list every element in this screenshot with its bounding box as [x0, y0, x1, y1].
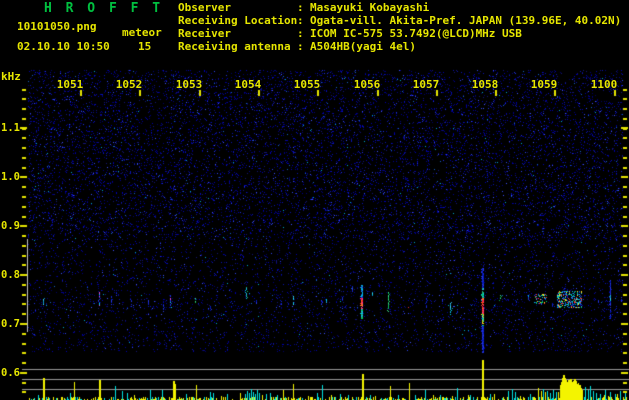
hrofft-screen: H R O F F T 10101050.png meteor 02.10.10…	[0, 0, 629, 400]
info-value: A504HB(yagi 4el)	[310, 40, 416, 53]
time-label: 1056	[353, 78, 381, 91]
time-label: 1055	[293, 78, 321, 91]
station-info-row: Receiving antenna: A504HB(yagi 4el)	[178, 40, 621, 53]
info-colon: :	[297, 40, 304, 53]
time-label: 1054	[234, 78, 262, 91]
datetime: 02.10.10 10:50	[17, 40, 110, 53]
time-label: 1052	[115, 78, 143, 91]
info-label: Receiving antenna	[178, 40, 291, 53]
app-title: H R O F F T	[44, 1, 164, 16]
time-label: 1053	[175, 78, 203, 91]
info-value: ICOM IC-575 53.7492(@LCD)MHz USB	[310, 27, 522, 40]
time-label: 1051	[56, 78, 84, 91]
info-label: Observer	[178, 1, 231, 14]
info-label: Receiving Location	[178, 14, 298, 27]
freq-label: 0.6	[1, 367, 20, 379]
info-value: Ogata-vill. Akita-Pref. JAPAN (139.96E, …	[310, 14, 622, 27]
time-label: 1059	[530, 78, 558, 91]
station-info-row: Receiver: ICOM IC-575 53.7492(@LCD)MHz US…	[178, 27, 621, 40]
freq-label: 1.1	[1, 122, 20, 134]
spectrogram-canvas	[0, 0, 629, 400]
station-info-row: Observer: Masayuki Kobayashi	[178, 1, 621, 14]
meteor-count: 15	[138, 40, 152, 53]
time-label: 1100	[590, 78, 618, 91]
freq-label: 1.0	[1, 171, 20, 183]
freq-label: 0.8	[1, 269, 20, 281]
info-colon: :	[297, 14, 304, 27]
freq-label: 0.7	[1, 318, 20, 330]
mode-label: meteor	[122, 26, 162, 39]
info-colon: :	[297, 1, 304, 14]
freq-unit-label: kHz	[1, 70, 21, 83]
freq-label: 0.9	[1, 220, 20, 232]
info-label: Receiver	[178, 27, 231, 40]
filename: 10101050.png	[17, 20, 97, 33]
time-label: 1057	[412, 78, 440, 91]
info-colon: :	[297, 27, 304, 40]
time-label: 1058	[471, 78, 499, 91]
station-info-row: Receiving Location: Ogata-vill. Akita-Pre…	[178, 14, 621, 27]
station-info: Observer: Masayuki Kobayashi Receiving Loc…	[178, 1, 621, 53]
info-value: Masayuki Kobayashi	[310, 1, 430, 14]
